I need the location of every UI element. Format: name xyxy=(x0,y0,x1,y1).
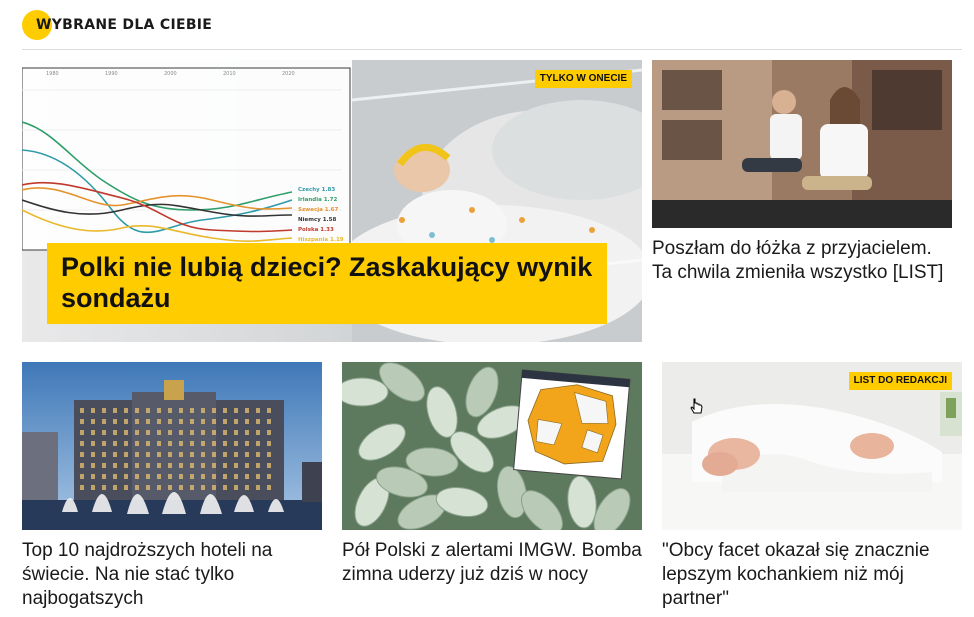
hero-chart-legend-label: Czechy 1.83 xyxy=(298,187,335,193)
hero-chart-legend-label: Szwecja 1.67 xyxy=(298,207,338,213)
hero-chart-tick-label: 2000 xyxy=(164,71,177,77)
hero-article-card[interactable]: 1980 1990 2000 2010 2020 Czechy 1.83 Irlandia… xyxy=(22,60,642,342)
letter-article-title[interactable]: "Obcy facet okazał się znacznie lepszym … xyxy=(662,539,962,611)
side-article-image xyxy=(652,60,952,228)
side-article-title[interactable]: Poszłam do łóżka z przyjacielem. Ta chwi… xyxy=(652,237,952,285)
hero-chart-legend-label: Irlandia 1.72 xyxy=(298,197,337,203)
exclusive-badge: TYLKO W ONECIE xyxy=(534,70,632,88)
side-article-card[interactable]: Poszłam do łóżka z przyjacielem. Ta chwi… xyxy=(652,60,952,290)
mouse-pointer-icon xyxy=(690,398,703,414)
hero-chart-tick-label: 2010 xyxy=(223,71,236,77)
hotel-article-title[interactable]: Top 10 najdroższych hoteli na świecie. N… xyxy=(22,539,322,611)
weather-article-image xyxy=(342,362,642,530)
hotel-article-card[interactable]: Top 10 najdroższych hoteli na świecie. N… xyxy=(22,362,322,612)
section-header: WYBRANE DLA CIEBIE xyxy=(22,10,962,50)
hero-chart-legend-label: Polska 1.33 xyxy=(298,227,334,233)
weather-article-title[interactable]: Pół Polski z alertami IMGW. Bomba zimna … xyxy=(342,539,642,587)
hero-article-title[interactable]: Polki nie lubią dzieci? Zaskakujący wyni… xyxy=(61,252,593,314)
hero-title-box: Polki nie lubią dzieci? Zaskakujący wyni… xyxy=(47,243,607,324)
hero-chart-tick-label: 1980 xyxy=(46,71,59,77)
weather-article-card[interactable]: Pół Polski z alertami IMGW. Bomba zimna … xyxy=(342,362,642,612)
hotel-article-image xyxy=(22,362,322,530)
hero-chart-tick-label: 2020 xyxy=(282,71,295,77)
hero-chart-legend-label: Niemcy 1.58 xyxy=(298,217,336,223)
letter-article-card[interactable]: LIST DO REDAKCJI "Obcy facet okazał się … xyxy=(662,362,962,612)
hero-chart-tick-label: 1990 xyxy=(105,71,118,77)
section-title: WYBRANE DLA CIEBIE xyxy=(36,17,213,33)
letter-badge: LIST DO REDAKCJI xyxy=(848,372,952,390)
